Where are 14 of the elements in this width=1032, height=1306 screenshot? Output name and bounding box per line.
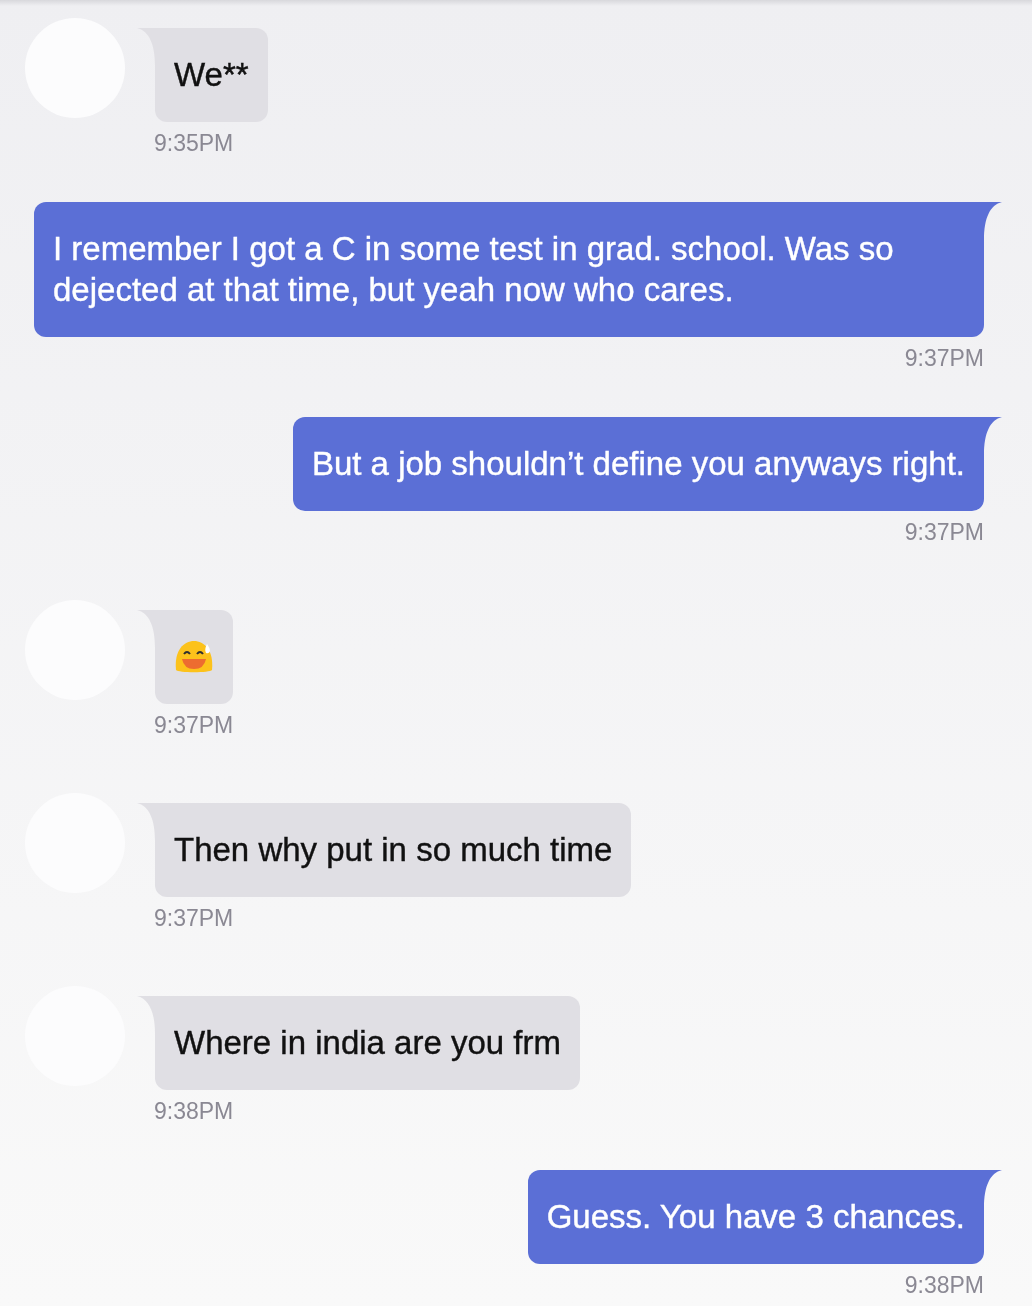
message-bubble: Then why put in so much time <box>155 803 632 897</box>
message-time: 9:38PM <box>153 1099 234 1123</box>
message-time: 9:38PM <box>904 1273 985 1297</box>
message-time: 9:35PM <box>153 131 234 155</box>
message-bubble: Where in india are you frm <box>155 996 580 1090</box>
message-bubble: But a job shouldn’t define you anyways right. <box>292 417 984 511</box>
message-bubble: We** <box>155 28 268 122</box>
message-time: 9:37PM <box>153 906 234 930</box>
message-time: 9:37PM <box>153 713 234 737</box>
message-bubble: I remember I got a C in some test in grad. school. Was so dejected at that time, but yeah now who cares. <box>34 202 984 337</box>
message-bubble: Guess. You have 3 chances. <box>527 1170 984 1264</box>
message-time: 9:37PM <box>904 520 985 544</box>
grinning-sweat-emoji-icon <box>174 640 214 674</box>
message-time: 9:37PM <box>904 346 985 370</box>
